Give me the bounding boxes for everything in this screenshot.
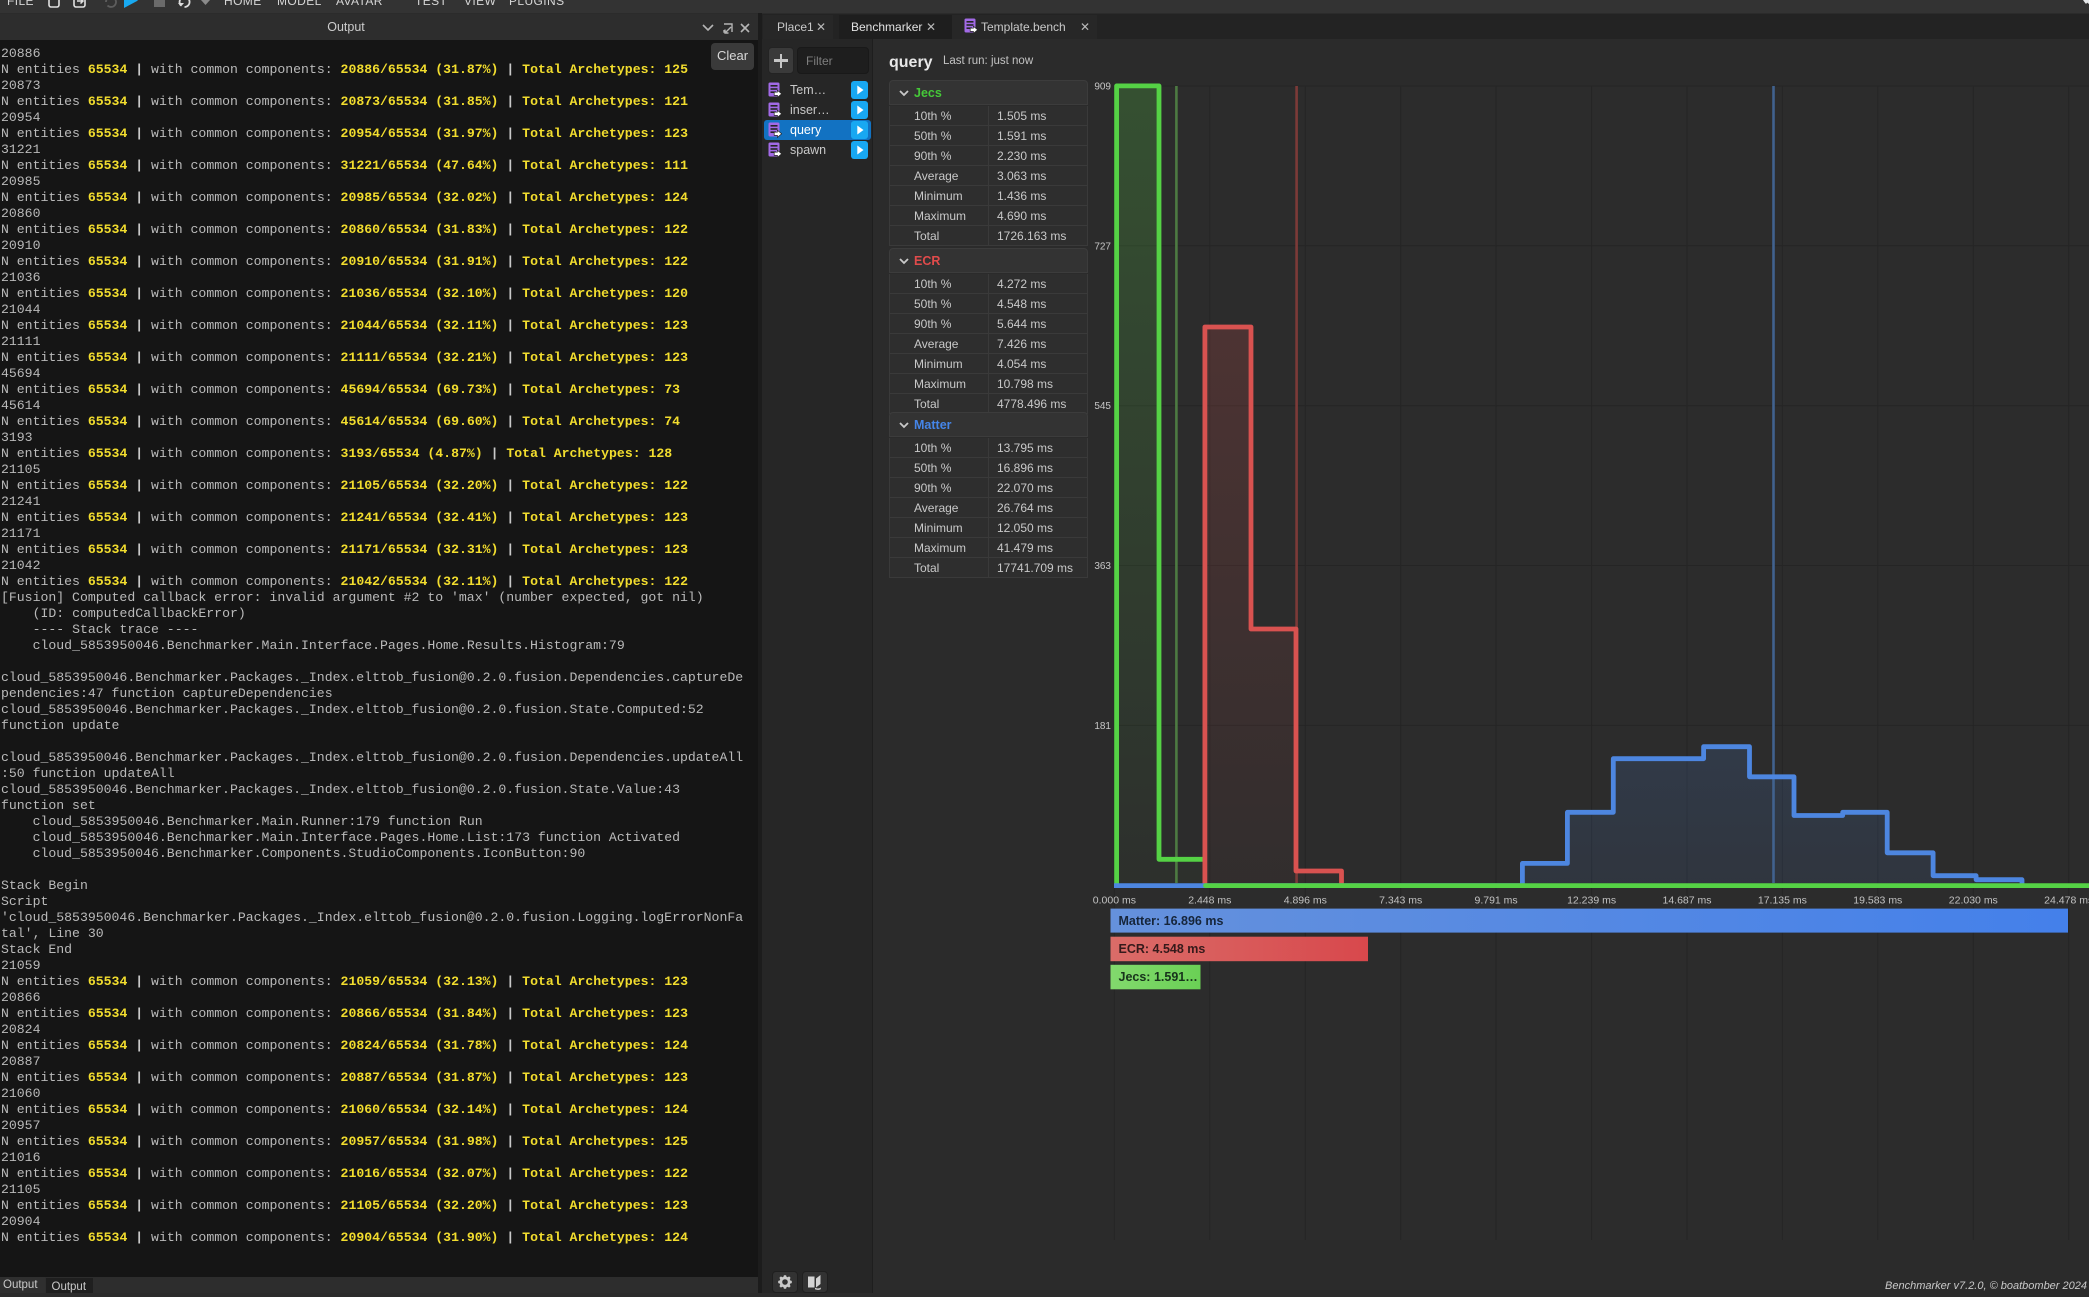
svg-text:363: 363 (1094, 561, 1111, 572)
svg-text:909: 909 (1094, 82, 1111, 93)
svg-text:0.000 ms: 0.000 ms (1093, 895, 1136, 907)
svg-text:2.448 ms: 2.448 ms (1188, 895, 1231, 907)
svg-text:22.030 ms: 22.030 ms (1949, 895, 1998, 907)
svg-text:Jecs: 1.591…: Jecs: 1.591… (1119, 970, 1198, 984)
svg-text:12.239 ms: 12.239 ms (1567, 895, 1616, 907)
svg-text:7.343 ms: 7.343 ms (1379, 895, 1422, 907)
svg-text:545: 545 (1094, 401, 1111, 412)
svg-text:14.687 ms: 14.687 ms (1662, 895, 1711, 907)
svg-text:9.791 ms: 9.791 ms (1474, 895, 1517, 907)
svg-text:181: 181 (1094, 721, 1111, 732)
svg-text:19.583 ms: 19.583 ms (1853, 895, 1902, 907)
svg-text:727: 727 (1094, 241, 1111, 252)
svg-text:ECR: 4.548 ms: ECR: 4.548 ms (1119, 942, 1206, 956)
svg-text:17.135 ms: 17.135 ms (1758, 895, 1807, 907)
svg-text:24.478 ms: 24.478 ms (2044, 895, 2089, 907)
svg-text:Benchmarker v7.2.0, © boatbomb: Benchmarker v7.2.0, © boatbomber 2024 (1885, 1280, 2087, 1292)
svg-text:Matter: 16.896 ms: Matter: 16.896 ms (1119, 914, 1224, 928)
svg-text:4.896 ms: 4.896 ms (1284, 895, 1327, 907)
